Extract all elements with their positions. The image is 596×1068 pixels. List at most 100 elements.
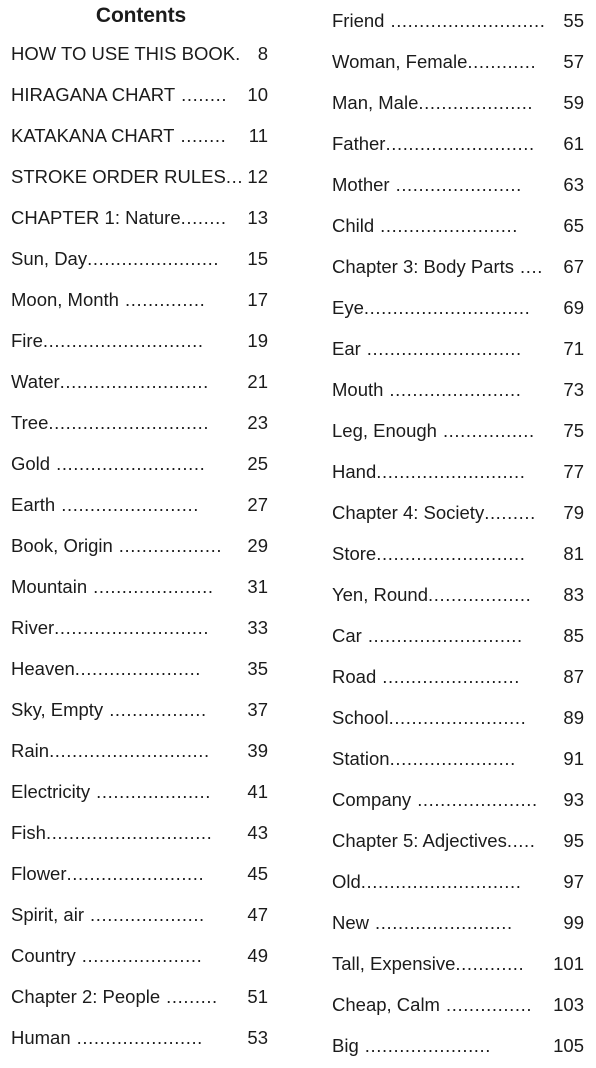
toc-entry-leader: .......................... bbox=[56, 453, 206, 474]
toc-entry-page-number: 27 bbox=[247, 494, 268, 515]
toc-entry-page-number: 53 bbox=[247, 1027, 268, 1048]
toc-entry[interactable]: HOW TO USE THIS BOOK. 8 bbox=[11, 33, 268, 74]
toc-entry[interactable]: Friend........................... 55 bbox=[332, 0, 584, 41]
toc-entry[interactable]: CHAPTER 1: Nature........ 13 bbox=[11, 197, 268, 238]
toc-entry[interactable]: Spirit, air.................... 47 bbox=[11, 894, 268, 935]
toc-entry-page-number: 19 bbox=[247, 330, 268, 351]
toc-entry-leader: ........................ bbox=[382, 666, 520, 687]
toc-entry-label: Moon, Month bbox=[11, 289, 119, 310]
toc-entry[interactable]: Fish............................. 43 bbox=[11, 812, 268, 853]
toc-entry[interactable]: Car........................... 85 bbox=[332, 615, 584, 656]
toc-entry-label: Chapter 4: Society bbox=[332, 502, 485, 523]
toc-entry-page-number: 93 bbox=[563, 789, 584, 810]
toc-entry-page-number: 63 bbox=[563, 174, 584, 195]
toc-entry-label: Tall, Expensive bbox=[332, 953, 456, 974]
toc-entry[interactable]: Heaven...................... 35 bbox=[11, 648, 268, 689]
toc-entry[interactable]: Human...................... 53 bbox=[11, 1017, 268, 1058]
toc-entry[interactable]: Company..................... 93 bbox=[332, 779, 584, 820]
toc-entry-label: HOW TO USE THIS BOOK bbox=[11, 43, 236, 64]
toc-entry[interactable]: Rain............................ 39 bbox=[11, 730, 268, 771]
toc-entry[interactable]: Ear........................... 71 bbox=[332, 328, 584, 369]
toc-entry-label: Tree bbox=[11, 412, 49, 433]
toc-entry[interactable]: Cheap, Calm............... 103 bbox=[332, 984, 584, 1025]
toc-entry[interactable]: Earth........................ 27 bbox=[11, 484, 268, 525]
toc-entry-label: Chapter 2: People bbox=[11, 986, 161, 1007]
toc-entry[interactable]: Gold.......................... 25 bbox=[11, 443, 268, 484]
toc-entry[interactable]: Hand.......................... 77 bbox=[332, 451, 584, 492]
toc-entry[interactable]: School........................ 89 bbox=[332, 697, 584, 738]
toc-entry[interactable]: Chapter 3: Body Parts.... 67 bbox=[332, 246, 584, 287]
toc-entry-label: Mother bbox=[332, 174, 390, 195]
toc-entry-leader: .................... bbox=[96, 781, 211, 802]
toc-entry[interactable]: Old............................ 97 bbox=[332, 861, 584, 902]
toc-entry[interactable]: Chapter 2: People......... 51 bbox=[11, 976, 268, 1017]
toc-entry-label: Gold bbox=[11, 453, 51, 474]
toc-entry-page-number: 31 bbox=[247, 576, 268, 597]
toc-entry-leader: ..... bbox=[506, 830, 536, 851]
toc-entry[interactable]: Father.......................... 61 bbox=[332, 123, 584, 164]
toc-entry[interactable]: Woman, Female............ 57 bbox=[332, 41, 584, 82]
toc-entry-page-number: 65 bbox=[563, 215, 584, 236]
toc-entry-leader: ...................... bbox=[364, 1035, 492, 1056]
toc-entry[interactable]: Store.......................... 81 bbox=[332, 533, 584, 574]
toc-entry-leader: ...................... bbox=[74, 658, 202, 679]
toc-entry[interactable]: Tall, Expensive............ 101 bbox=[332, 943, 584, 984]
toc-entry-leader: ......... bbox=[484, 502, 536, 523]
toc-entry-leader: ............... bbox=[445, 994, 533, 1015]
toc-entry[interactable]: Chapter 5: Adjectives..... 95 bbox=[332, 820, 584, 861]
toc-entry-leader: ........................... bbox=[366, 338, 522, 359]
toc-entry[interactable]: Fire............................ 19 bbox=[11, 320, 268, 361]
toc-entry-label: Woman, Female bbox=[332, 51, 468, 72]
toc-entry-label: Electricity bbox=[11, 781, 91, 802]
toc-entry[interactable]: Road........................ 87 bbox=[332, 656, 584, 697]
toc-entry-page-number: 51 bbox=[247, 986, 268, 1007]
toc-entry-label: Chapter 5: Adjectives bbox=[332, 830, 507, 851]
toc-entry-label: Mountain bbox=[11, 576, 88, 597]
toc-entry-page-number: 67 bbox=[563, 256, 584, 277]
toc-entry[interactable]: New........................ 99 bbox=[332, 902, 584, 943]
toc-entry-label: Fire bbox=[11, 330, 43, 351]
toc-entry[interactable]: Sun, Day....................... 15 bbox=[11, 238, 268, 279]
toc-entry[interactable]: Water.......................... 21 bbox=[11, 361, 268, 402]
toc-entry[interactable]: River........................... 33 bbox=[11, 607, 268, 648]
toc-entry-page-number: 47 bbox=[247, 904, 268, 925]
toc-entry-label: Country bbox=[11, 945, 76, 966]
toc-entry[interactable]: Leg, Enough................ 75 bbox=[332, 410, 584, 451]
toc-entry[interactable]: Electricity.................... 41 bbox=[11, 771, 268, 812]
toc-entry[interactable]: Big...................... 105 bbox=[332, 1025, 584, 1066]
toc-entry[interactable]: Yen, Round.................. 83 bbox=[332, 574, 584, 615]
toc-entry-label: Father bbox=[332, 133, 386, 154]
toc-entry[interactable]: Flower........................ 45 bbox=[11, 853, 268, 894]
toc-entry[interactable]: Moon, Month.............. 17 bbox=[11, 279, 268, 320]
toc-entry-label: Old bbox=[332, 871, 361, 892]
toc-entry-label: Ear bbox=[332, 338, 361, 359]
toc-entry-leader: ....................... bbox=[87, 248, 220, 269]
toc-entry[interactable]: Mountain..................... 31 bbox=[11, 566, 268, 607]
toc-entry[interactable]: STROKE ORDER RULES... 12 bbox=[11, 156, 268, 197]
toc-entry-leader: ..................... bbox=[81, 945, 203, 966]
toc-entry[interactable]: HIRAGANA CHART........ 10 bbox=[11, 74, 268, 115]
toc-entry-leader: ....................... bbox=[389, 379, 522, 400]
toc-entry[interactable]: Country..................... 49 bbox=[11, 935, 268, 976]
toc-entry-leader: .......................... bbox=[376, 461, 526, 482]
toc-entry[interactable]: Tree............................ 23 bbox=[11, 402, 268, 443]
toc-entry[interactable]: Mother...................... 63 bbox=[332, 164, 584, 205]
toc-entry[interactable]: KATAKANA CHART........ 11 bbox=[11, 115, 268, 156]
toc-entry-label: Rain bbox=[11, 740, 50, 761]
toc-entry[interactable]: Mouth....................... 73 bbox=[332, 369, 584, 410]
toc-entry[interactable]: Child........................ 65 bbox=[332, 205, 584, 246]
toc-entry-leader: ............ bbox=[467, 51, 537, 72]
toc-entry[interactable]: Man, Male.................... 59 bbox=[332, 82, 584, 123]
toc-entry[interactable]: Station...................... 91 bbox=[332, 738, 584, 779]
toc-entry-leader: ........ bbox=[180, 207, 227, 228]
toc-entry-page-number: 61 bbox=[563, 133, 584, 154]
toc-entry[interactable]: Chapter 4: Society......... 79 bbox=[332, 492, 584, 533]
toc-entry-leader: .... bbox=[520, 256, 543, 277]
toc-entry-leader: ............................ bbox=[49, 740, 210, 761]
toc-entry-leader: ........................... bbox=[390, 10, 546, 31]
toc-entry[interactable]: Book, Origin.................. 29 bbox=[11, 525, 268, 566]
toc-entry[interactable]: Sky, Empty................. 37 bbox=[11, 689, 268, 730]
toc-entry[interactable]: Eye............................. 69 bbox=[332, 287, 584, 328]
toc-entry-label: Sun, Day bbox=[11, 248, 88, 269]
toc-entry-label: Big bbox=[332, 1035, 359, 1056]
